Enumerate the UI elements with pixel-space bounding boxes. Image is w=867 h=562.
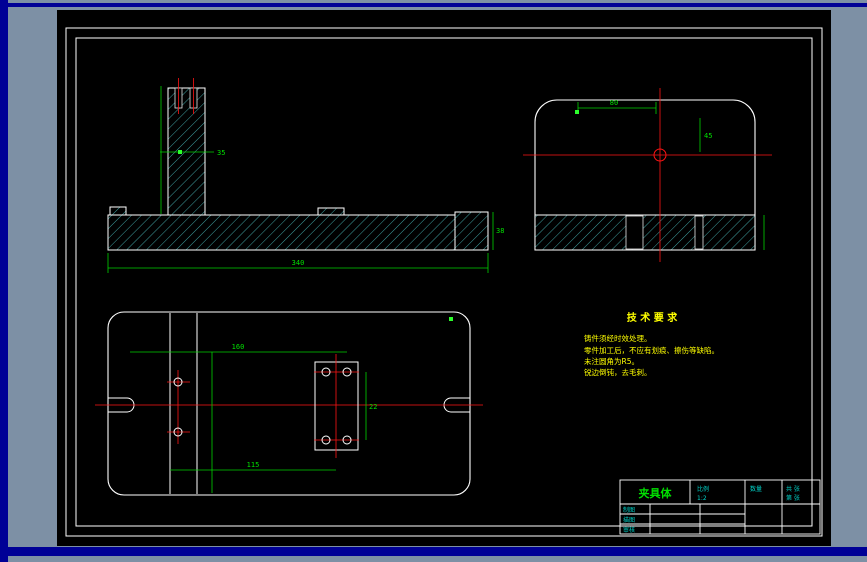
window-border-left [0,0,8,562]
grip-point-plan[interactable] [449,317,453,321]
side-base-slot-right [694,215,704,250]
tech-requirements-title: 技 术 要 求 [627,311,678,324]
side-offset-label: 45 [704,132,712,140]
grip-point-side[interactable] [575,110,579,114]
front-column-section [167,87,206,216]
row-label-trace: 描图 [623,516,635,524]
row-label-draw: 制图 [623,506,635,514]
front-base-plate-section [107,214,456,251]
plan-length-label: 115 [247,461,260,469]
plan-hole-pitch-label: 22 [369,403,377,411]
plan-width-label: 160 [232,343,245,351]
tech-requirement-line-2: 零件加工后，不应有划痕、擦伤等缺陷。 [584,345,719,355]
cad-drawing-canvas[interactable]: 35 340 38 80 45 160 115 22 技 术 要 求 铸件须经时… [0,0,867,562]
side-base-slot-left [625,215,644,250]
window-border-bottom [0,547,867,556]
window-border-top [0,3,867,7]
tech-requirement-line-4: 锐边倒钝，去毛刺。 [584,367,652,377]
plan-body-outline [107,311,471,496]
tech-requirement-line-1: 铸件须经时效处理。 [584,333,652,343]
tech-requirement-line-3: 未注圆角为R5。 [584,356,639,366]
grip-point-front[interactable] [178,150,182,154]
side-view: 80 45 [523,88,772,262]
front-column-width-label: 35 [217,149,225,157]
front-base-right-step [454,211,489,251]
scale-label: 比例 [697,485,709,493]
front-base-boss [317,207,345,216]
front-height-label: 38 [496,227,504,235]
row-label-check: 审核 [623,526,635,534]
cad-window: 35 340 38 80 45 160 115 22 技 术 要 求 铸件须经时… [0,0,867,562]
front-overall-label: 340 [292,259,305,267]
sheet-total: 共 张 [786,485,800,493]
plan-view: 160 115 22 [95,311,483,496]
side-width-label: 80 [610,99,618,107]
front-base-left-lip [109,206,127,216]
scale-value: 1:2 [697,495,707,502]
qty-label: 数量 [750,485,762,493]
side-base-section [534,214,756,251]
sheet-no: 第 张 [786,494,800,502]
part-name: 夹具体 [639,486,673,500]
